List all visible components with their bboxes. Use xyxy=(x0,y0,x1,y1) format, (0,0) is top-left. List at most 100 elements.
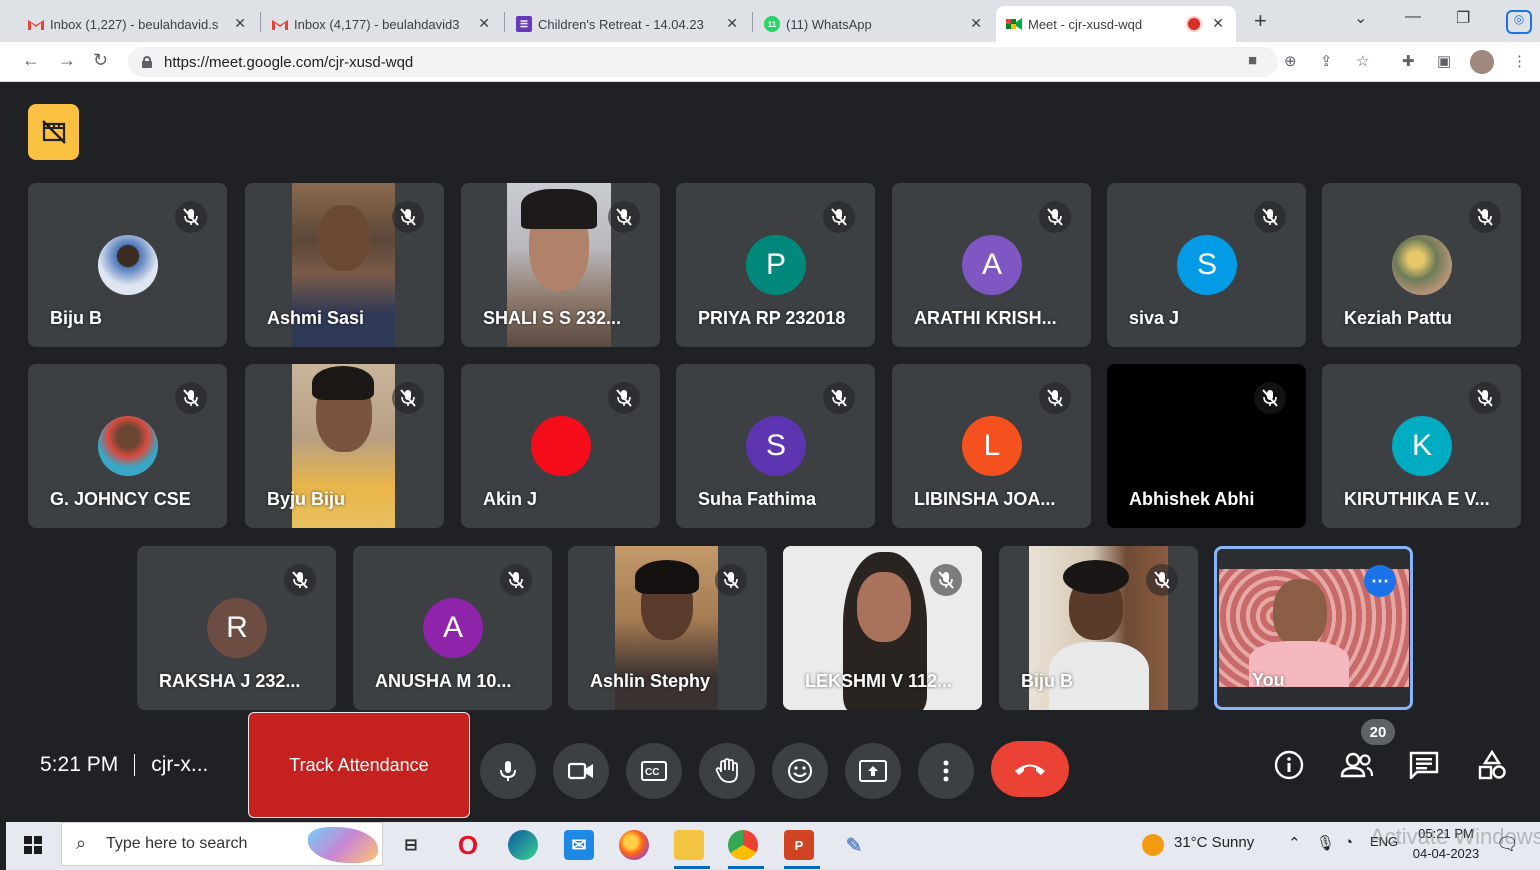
meeting-code: cjr-x... xyxy=(151,753,209,776)
self-view-tile[interactable]: ⋯ You xyxy=(1214,546,1413,710)
participant-tile[interactable]: Akin J xyxy=(461,364,660,528)
edge-icon[interactable] xyxy=(508,830,538,860)
mic-off-icon xyxy=(608,201,640,233)
chat-button[interactable] xyxy=(1406,747,1442,783)
meeting-time: 5:21 PM xyxy=(40,753,119,776)
captions-button[interactable]: CC xyxy=(626,743,682,799)
close-icon[interactable]: ✕ xyxy=(1212,15,1224,32)
participant-tile[interactable]: Ashlin Stephy xyxy=(568,546,767,710)
back-icon[interactable]: ← xyxy=(22,50,40,71)
file-explorer-icon[interactable] xyxy=(674,830,704,860)
avatar: S xyxy=(1177,235,1237,295)
close-icon[interactable]: ✕ xyxy=(234,15,246,32)
extensions-icon[interactable]: ✚ xyxy=(1402,52,1415,70)
tray-chevron-icon[interactable]: ⌃ xyxy=(1288,834,1301,852)
minimize-button[interactable]: — xyxy=(1405,8,1421,26)
raise-hand-button[interactable] xyxy=(699,743,755,799)
participant-tile[interactable]: LEKSHMI V 112... xyxy=(783,546,982,710)
participant-tile[interactable]: SHALI S S 232... xyxy=(461,183,660,347)
people-button[interactable] xyxy=(1339,747,1375,783)
share-icon[interactable]: ⇪ xyxy=(1320,52,1333,70)
close-icon[interactable]: ✕ xyxy=(726,15,738,32)
tab-title: Inbox (1,227) - beulahdavid.s xyxy=(50,16,219,32)
tab-title: Inbox (4,177) - beulahdavid3 xyxy=(294,16,460,32)
mic-off-icon xyxy=(608,382,640,414)
tab-meet[interactable]: Meet - cjr-xusd-wqd ✕ xyxy=(996,6,1236,42)
lens-icon[interactable]: ◎ xyxy=(1506,10,1532,34)
profile-avatar[interactable] xyxy=(1470,50,1494,74)
url-field[interactable]: https://meet.google.com/cjr-xusd-wqd xyxy=(128,47,1278,77)
mic-off-icon xyxy=(715,564,747,596)
tab-forms[interactable]: ☰ Children's Retreat - 14.04.23 ✕ xyxy=(506,6,750,42)
chrome-icon[interactable] xyxy=(728,830,758,860)
emoji-button[interactable] xyxy=(772,743,828,799)
participant-tile[interactable]: R RAKSHA J 232... xyxy=(137,546,336,710)
meet-icon xyxy=(1006,16,1022,32)
people-count-badge: 20 xyxy=(1361,719,1395,745)
gmail-icon xyxy=(28,16,44,32)
activities-button[interactable] xyxy=(1474,747,1510,783)
participant-tile[interactable]: S siva J xyxy=(1107,183,1306,347)
sidepanel-icon[interactable]: ▣ xyxy=(1437,52,1451,70)
menu-icon[interactable]: ⋮ xyxy=(1512,52,1527,70)
opera-icon[interactable]: O xyxy=(453,830,483,860)
avatar: A xyxy=(962,235,1022,295)
participant-tile[interactable]: Ashmi Sasi xyxy=(245,183,444,347)
participant-tile[interactable]: Abhishek Abhi xyxy=(1107,364,1306,528)
microphone-button[interactable] xyxy=(480,743,536,799)
participant-tile[interactable]: Keziah Pattu xyxy=(1322,183,1521,347)
task-view-icon[interactable]: ⊟ xyxy=(396,830,426,860)
camera-in-use-icon[interactable]: ■ xyxy=(1248,52,1257,69)
zoom-icon[interactable]: ⊕ xyxy=(1284,52,1297,70)
search-icon: ⌕ xyxy=(76,833,87,853)
close-icon[interactable]: ✕ xyxy=(970,15,982,32)
taskbar-search-box[interactable]: ⌕ Type here to search xyxy=(61,822,383,866)
participant-tile[interactable]: A ANUSHA M 10... xyxy=(353,546,552,710)
more-options-icon[interactable]: ⋯ xyxy=(1364,565,1396,597)
reload-icon[interactable]: ↻ xyxy=(93,50,108,71)
forward-icon[interactable]: → xyxy=(58,50,76,71)
address-bar: ← → ↻ https://meet.google.com/cjr-xusd-w… xyxy=(0,42,1540,82)
participant-name: ANUSHA M 10... xyxy=(375,671,512,691)
avatar xyxy=(1392,235,1452,295)
participant-tile[interactable]: Byju Biju xyxy=(245,364,444,528)
bookmark-star-icon[interactable]: ☆ xyxy=(1356,52,1369,70)
wifi-icon[interactable]: ◔ xyxy=(1344,834,1353,851)
track-attendance-button[interactable]: Track Attendance xyxy=(248,712,470,818)
new-tab-button[interactable]: + xyxy=(1254,8,1267,34)
mic-tray-icon[interactable]: 🎙 xyxy=(1316,834,1335,852)
camera-button[interactable] xyxy=(553,743,609,799)
participant-tile[interactable]: G. JOHNCY CSE xyxy=(28,364,227,528)
people-icon xyxy=(1340,752,1374,778)
present-button[interactable] xyxy=(845,743,901,799)
tab-gmail-1[interactable]: Inbox (1,227) - beulahdavid.s ✕ xyxy=(18,6,258,42)
tab-gmail-2[interactable]: Inbox (4,177) - beulahdavid3 ✕ xyxy=(262,6,502,42)
camera-off-indicator[interactable] xyxy=(28,104,79,160)
participant-tile[interactable]: K KIRUTHIKA E V... xyxy=(1322,364,1521,528)
weather-text[interactable]: 31°C Sunny xyxy=(1174,834,1254,851)
participant-tile[interactable]: A ARATHI KRISH... xyxy=(892,183,1091,347)
tab-search-icon[interactable]: ⌄ xyxy=(1354,8,1367,28)
meeting-details-button[interactable] xyxy=(1271,747,1307,783)
mail-icon[interactable]: ✉ xyxy=(564,830,594,860)
windows-start-icon[interactable] xyxy=(24,836,42,854)
mic-off-icon xyxy=(392,201,424,233)
tab-title: Children's Retreat - 14.04.23 xyxy=(538,16,704,32)
active-indicator xyxy=(784,866,820,869)
mic-off-icon xyxy=(175,201,207,233)
participant-tile[interactable]: L LIBINSHA JOA... xyxy=(892,364,1091,528)
weather-icon xyxy=(1142,834,1164,856)
restore-button[interactable]: ❐ xyxy=(1456,8,1470,28)
tab-whatsapp[interactable]: 11 (11) WhatsApp ✕ xyxy=(754,6,994,42)
leave-call-button[interactable] xyxy=(991,741,1069,797)
powerpoint-icon[interactable]: P xyxy=(784,830,814,860)
participant-tile[interactable]: Biju B xyxy=(28,183,227,347)
participant-tile[interactable]: S Suha Fathima xyxy=(676,364,875,528)
participant-tile[interactable]: P PRIYA RP 232018 xyxy=(676,183,875,347)
more-options-button[interactable] xyxy=(918,743,974,799)
participant-tile[interactable]: Biju B xyxy=(999,546,1198,710)
firefox-icon[interactable] xyxy=(619,830,649,860)
paint-icon[interactable]: ✎ xyxy=(839,830,869,860)
notifications-icon[interactable]: 🗨 xyxy=(1496,834,1519,855)
close-icon[interactable]: ✕ xyxy=(478,15,490,32)
